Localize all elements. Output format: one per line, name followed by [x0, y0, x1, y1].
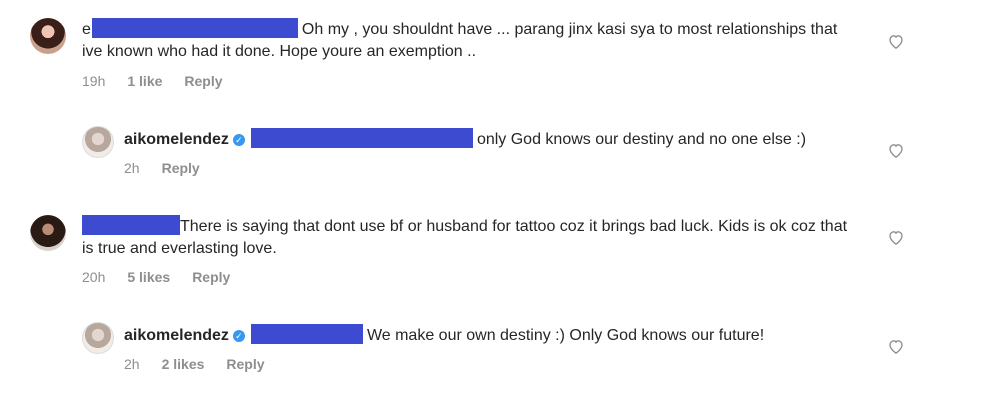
comment-likes[interactable]: 5 likes [127, 269, 170, 285]
comment-meta: 2h Reply [124, 160, 222, 176]
comment-text: only God knows our destiny and no one el… [476, 131, 807, 148]
comment-meta: 2h 2 likes Reply [124, 356, 287, 372]
commenter-avatar[interactable] [30, 18, 66, 54]
aikomelendez-avatar[interactable] [82, 126, 114, 158]
comment-time[interactable]: 20h [82, 269, 105, 285]
reply-button[interactable]: Reply [192, 269, 230, 285]
comment-likes[interactable]: 1 like [127, 73, 162, 89]
comment-text: We make our own destiny :) Only God know… [366, 327, 765, 344]
comment-time[interactable]: 19h [82, 73, 105, 89]
comment-text-block: aikomelendez ✓ We make our own destiny :) … [124, 324, 864, 347]
heart-outline-icon[interactable] [888, 230, 904, 245]
redacted-mention [250, 324, 363, 344]
comment-username[interactable]: aikomelendez [124, 327, 229, 344]
aikomelendez-avatar[interactable] [82, 322, 114, 354]
commenter-handle-initial[interactable]: e [82, 21, 91, 38]
comment-text: There is saying that dont use bf or husb… [82, 218, 848, 257]
verified-badge-icon: ✓ [232, 330, 245, 342]
comment-username[interactable]: aikomelendez [124, 131, 229, 148]
comment-text-block: There is saying that dont use bf or husb… [82, 215, 862, 260]
comment-time[interactable]: 2h [124, 356, 140, 372]
comment-text-block: e Oh my , you shouldnt have ... parang ji… [82, 18, 862, 63]
heart-outline-icon[interactable] [888, 34, 904, 49]
comment-likes[interactable]: 2 likes [162, 356, 205, 372]
reply-button[interactable]: Reply [162, 160, 200, 176]
redacted-mention [250, 128, 473, 148]
redacted-username [82, 215, 180, 235]
comment-meta: 19h 1 like Reply [82, 73, 245, 89]
redacted-username [91, 18, 298, 38]
comment-meta: 20h 5 likes Reply [82, 269, 252, 285]
comment-time[interactable]: 2h [124, 160, 140, 176]
reply-button[interactable]: Reply [226, 356, 264, 372]
reply-button[interactable]: Reply [184, 73, 222, 89]
comment-text-block: aikomelendez ✓ only God knows our destiny … [124, 128, 864, 151]
heart-outline-icon[interactable] [888, 143, 904, 158]
heart-outline-icon[interactable] [888, 339, 904, 354]
verified-badge-icon: ✓ [232, 134, 245, 146]
commenter-avatar[interactable] [30, 215, 66, 251]
